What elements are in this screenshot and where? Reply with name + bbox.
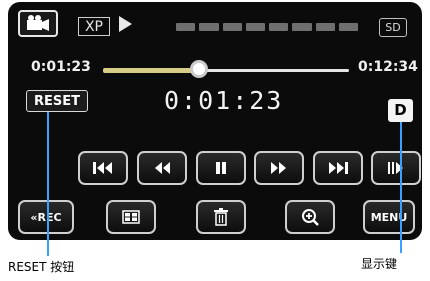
- pause-button[interactable]: [196, 151, 246, 185]
- reset-callout-line: [47, 112, 49, 256]
- skip-back-icon: [93, 162, 112, 174]
- index-view-button[interactable]: [106, 200, 156, 234]
- play-icon: [119, 16, 132, 32]
- rewind-button[interactable]: [137, 151, 187, 185]
- progress-fill: [103, 68, 199, 73]
- quality-badge: XP: [78, 17, 110, 36]
- back-to-rec-label: «REC: [30, 210, 62, 224]
- camera-touch-screen: XP SD 0:01:23 0:12:34 RESET 0:01:23 D «R…: [8, 2, 422, 240]
- zoom-button[interactable]: [285, 200, 335, 234]
- total-time: 0:12:34: [358, 59, 418, 75]
- grid-view-icon: [122, 210, 140, 224]
- frame-advance-button[interactable]: [371, 151, 421, 185]
- skip-forward-icon: [329, 162, 348, 174]
- progress-thumb[interactable]: [189, 60, 208, 78]
- trash-icon: [214, 208, 228, 226]
- pause-icon: [216, 162, 226, 174]
- recording-date-blurred: [176, 23, 358, 31]
- fast-forward-button[interactable]: [254, 151, 304, 185]
- skip-to-end-button[interactable]: [313, 151, 363, 185]
- sd-card-badge: SD: [379, 18, 407, 37]
- time-counter: 0:01:23: [164, 86, 284, 115]
- reset-button[interactable]: RESET: [26, 90, 88, 112]
- fast-forward-icon: [271, 162, 286, 174]
- elapsed-time: 0:01:23: [31, 59, 91, 75]
- frame-advance-icon: [388, 162, 403, 174]
- back-to-rec-button[interactable]: «REC: [18, 200, 74, 234]
- skip-to-start-button[interactable]: [78, 151, 128, 185]
- reset-caption: RESET 按钮: [8, 260, 75, 274]
- rewind-icon: [155, 162, 170, 174]
- display-caption: 显示键: [361, 257, 398, 271]
- display-button[interactable]: D: [388, 99, 413, 122]
- zoom-in-icon: [302, 209, 319, 226]
- video-mode-button[interactable]: [18, 10, 58, 37]
- delete-button[interactable]: [196, 200, 246, 234]
- menu-button[interactable]: MENU: [363, 200, 415, 234]
- display-callout-line: [400, 122, 402, 253]
- video-camera-icon: [27, 15, 49, 31]
